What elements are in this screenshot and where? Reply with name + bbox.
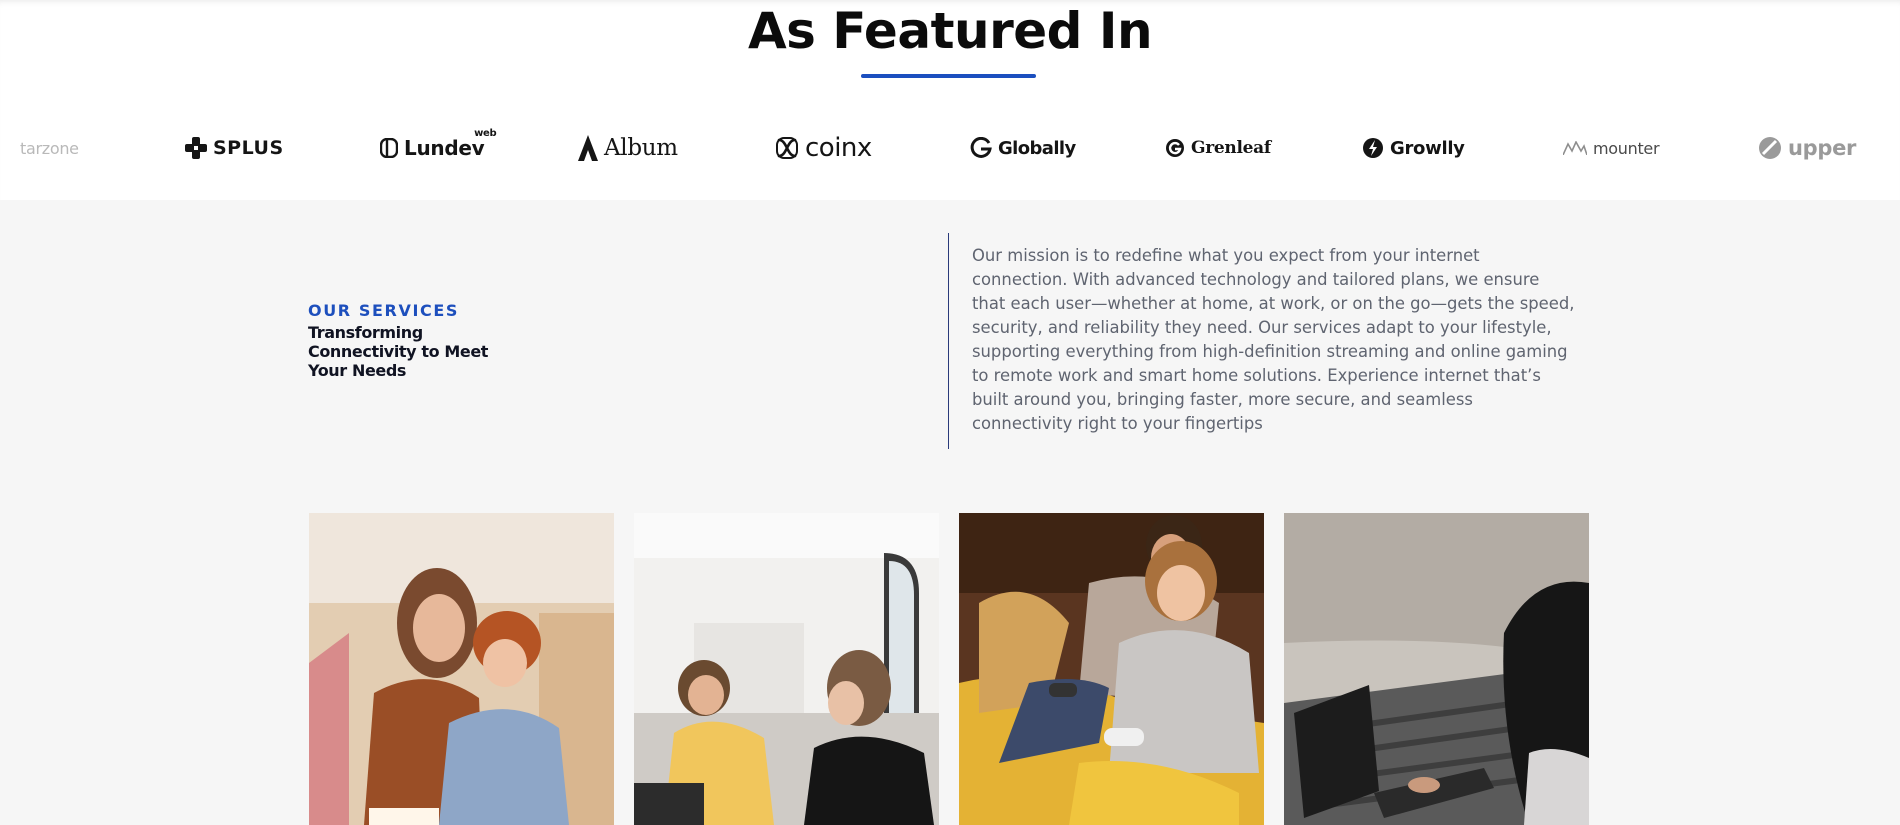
growlly-icon (1362, 137, 1384, 159)
lundev-icon (380, 138, 398, 158)
logo-growlly-text: Growlly (1390, 137, 1465, 159)
logo-tarzone[interactable]: tarzone (20, 120, 79, 176)
logo-growlly[interactable]: Growlly (1362, 120, 1465, 176)
logo-splus-text: SPLUS (213, 137, 284, 159)
logo-mounter[interactable]: mounter (1563, 120, 1660, 176)
mission-statement: Our mission is to redefine what you expe… (972, 246, 1575, 433)
logo-grenleaf[interactable]: Grenleaf (1165, 120, 1271, 176)
logo-splus[interactable]: SPLUS (185, 120, 284, 176)
logo-globally[interactable]: Globally (970, 120, 1076, 176)
logo-coinx-text: coinx (805, 133, 872, 163)
logo-lundev-superscript: web (474, 128, 497, 139)
logo-album[interactable]: Album (578, 120, 678, 176)
service-photo-2 (634, 513, 939, 825)
logo-grenleaf-text: Grenleaf (1191, 138, 1271, 158)
logo-album-text: Album (604, 135, 678, 161)
services-title: Transforming Connectivity to Meet Your N… (308, 323, 489, 380)
vertical-divider (948, 233, 949, 449)
logo-lundev-text: Lundev web (404, 128, 497, 160)
coinx-icon (775, 136, 799, 160)
featured-title: As Featured In (747, 2, 1153, 60)
splus-icon (185, 137, 207, 159)
album-icon (578, 135, 598, 161)
logo-globally-text: Globally (998, 137, 1076, 159)
logo-lundev-word: Lundev (404, 136, 485, 160)
globally-icon (970, 137, 992, 159)
grenleaf-icon (1165, 138, 1185, 158)
logo-mounter-text: mounter (1593, 138, 1660, 158)
upper-icon (1758, 136, 1782, 160)
featured-section: As Featured In tarzone SPLUS Lundev web (0, 0, 1900, 200)
services-label: OUR SERVICES (308, 301, 459, 320)
logo-upper[interactable]: upper (1758, 120, 1856, 176)
logo-coinx[interactable]: coinx (775, 120, 872, 176)
logo-lundev[interactable]: Lundev web (380, 120, 497, 176)
service-photo-3 (959, 513, 1264, 825)
logo-upper-text: upper (1788, 136, 1857, 160)
service-photo-1 (309, 513, 614, 825)
service-photo-4 (1284, 513, 1589, 825)
title-underline (861, 74, 1036, 78)
logo-tarzone-text: tarzone (20, 138, 79, 158)
logo-carousel[interactable]: tarzone SPLUS Lundev web Album coinx Glo… (0, 120, 1900, 176)
mounter-icon (1563, 141, 1587, 155)
